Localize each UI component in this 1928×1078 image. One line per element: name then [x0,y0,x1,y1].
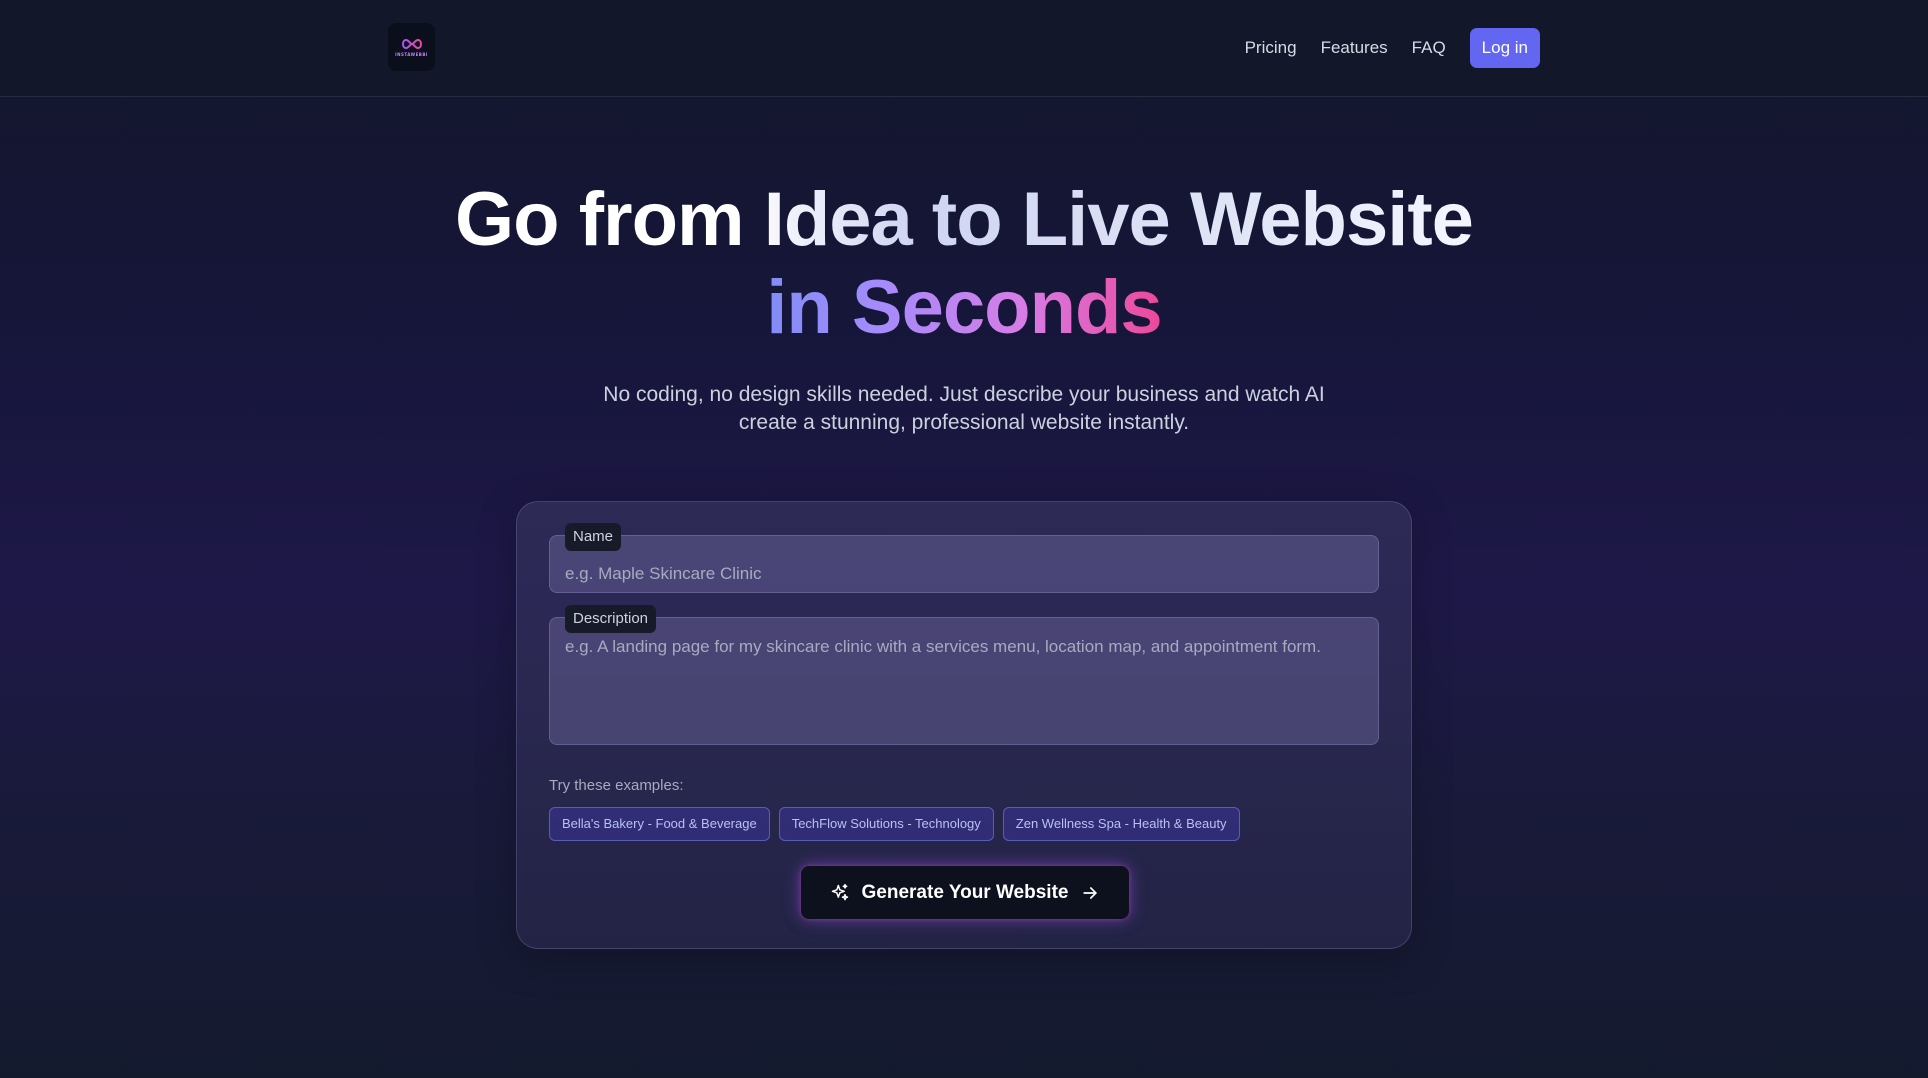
hero-title-line2: in Seconds [766,265,1162,350]
description-field: Description [549,605,1379,745]
logo[interactable]: INSTAWEBBI [388,23,435,71]
name-input[interactable] [549,535,1379,593]
logo-wordmark: INSTAWEBBI [395,52,428,57]
top-navigation-bar: INSTAWEBBI Pricing Features FAQ Log in [0,0,1928,97]
hero-subtitle-line1: No coding, no design skills needed. Just… [603,383,1325,406]
hero-subtitle-line2: create a stunning, professional website … [738,411,1190,434]
example-chip-techflow[interactable]: TechFlow Solutions - Technology [778,807,994,841]
name-field: Name [549,523,1379,593]
nav-link-features[interactable]: Features [1321,38,1388,58]
hero-title: Go from Idea to Live Website in Seconds [0,176,1928,352]
main-nav: Pricing Features FAQ Log in [1245,28,1540,68]
examples-label: Try these examples: [549,777,684,794]
login-button[interactable]: Log in [1469,28,1540,68]
description-label: Description [565,605,657,633]
nav-link-pricing[interactable]: Pricing [1245,38,1297,58]
infinity-logo-icon [401,38,422,50]
hero-subtitle: No coding, no design skills needed. Just… [0,381,1928,437]
example-chip-zen-wellness[interactable]: Zen Wellness Spa - Health & Beauty [1002,807,1240,841]
description-input[interactable] [549,617,1379,745]
example-chips: Bella's Bakery - Food & Beverage TechFlo… [549,807,1240,841]
generate-button-label: Generate Your Website [861,881,1069,903]
name-label: Name [565,523,622,551]
sparkles-icon [830,883,850,903]
example-chip-bakery[interactable]: Bella's Bakery - Food & Beverage [549,807,770,841]
arrow-right-icon [1080,883,1100,903]
generator-form-card: Name Description Try these examples: Bel… [516,501,1412,949]
generate-website-button[interactable]: Generate Your Website [801,866,1129,919]
nav-link-faq[interactable]: FAQ [1412,38,1446,58]
hero-title-line1: Go from Idea to Live Website [455,177,1474,262]
